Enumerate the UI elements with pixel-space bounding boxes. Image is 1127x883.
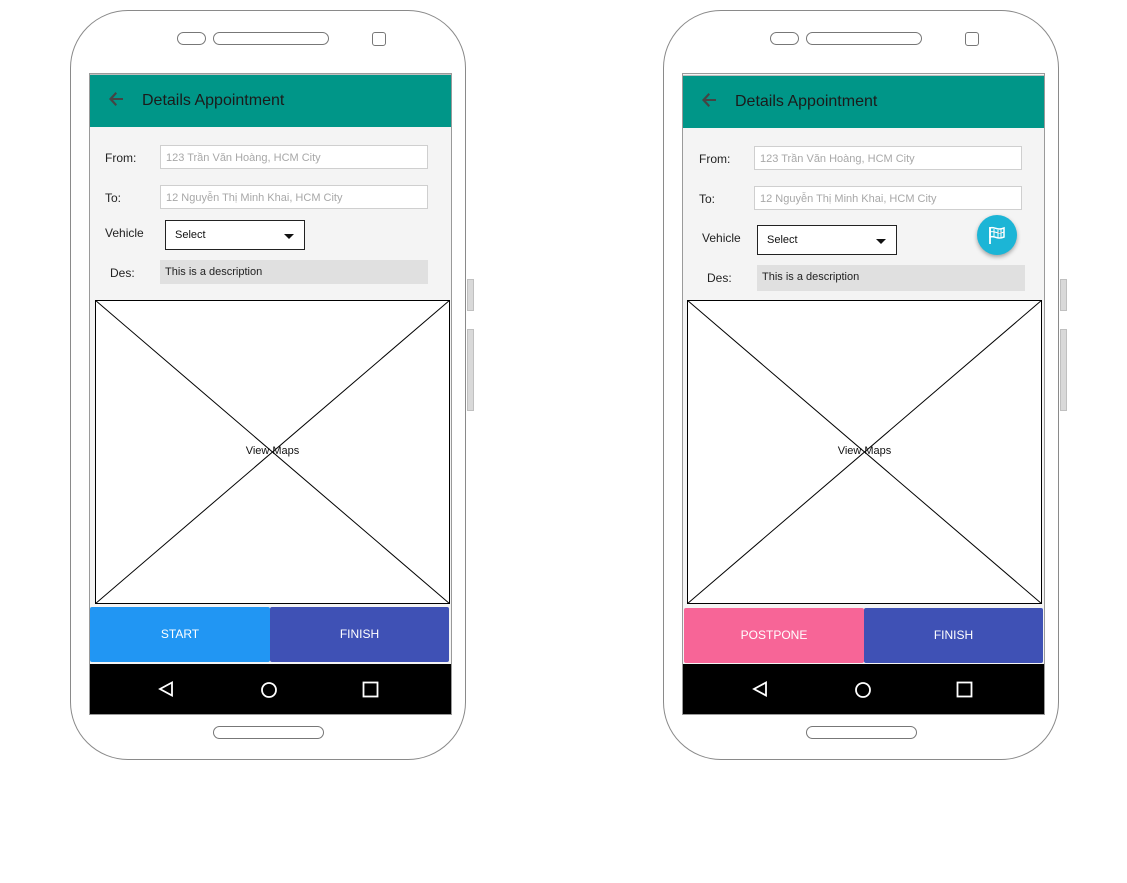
- sensor-pill: [177, 32, 206, 45]
- app-screen-2: Details Appointment From: 123 Trần Văn H…: [682, 73, 1045, 715]
- to-label: To:: [699, 192, 716, 206]
- page-title: Details Appointment: [735, 93, 878, 110]
- flag-fab-button[interactable]: [977, 215, 1017, 255]
- system-nav-bar: [683, 664, 1044, 714]
- description-field[interactable]: This is a description: [757, 265, 1025, 291]
- home-button: [213, 726, 324, 739]
- from-input[interactable]: 123 Trần Văn Hoàng, HCM City: [754, 146, 1022, 170]
- power-button: [467, 329, 474, 411]
- from-input[interactable]: 123 Trần Văn Hoàng, HCM City: [160, 145, 428, 169]
- back-triangle-icon[interactable]: [158, 681, 174, 697]
- des-label: Des:: [707, 271, 732, 285]
- app-bar: Details Appointment: [90, 74, 451, 127]
- speaker-grille: [806, 32, 922, 45]
- to-input[interactable]: 12 Nguyễn Thị Minh Khai, HCM City: [754, 186, 1022, 210]
- arrow-left-icon[interactable]: [699, 90, 719, 110]
- flag-icon: [989, 226, 1005, 244]
- sensor-pill: [770, 32, 799, 45]
- map-label: View Maps: [245, 445, 300, 457]
- speaker-grille: [213, 32, 329, 45]
- chevron-down-icon: [876, 239, 886, 244]
- start-button[interactable]: START: [90, 607, 270, 662]
- phone-frame-1: Details Appointment From: 123 Trần Văn H…: [70, 10, 474, 760]
- from-label: From:: [105, 151, 137, 165]
- vehicle-label: Vehicle: [105, 226, 144, 240]
- des-label: Des:: [110, 266, 135, 280]
- map-label: View Maps: [837, 445, 892, 457]
- front-camera: [965, 32, 979, 46]
- back-triangle-icon[interactable]: [752, 681, 768, 697]
- finish-button[interactable]: FINISH: [864, 608, 1043, 663]
- description-field[interactable]: This is a description: [160, 260, 428, 284]
- chevron-down-icon: [284, 234, 294, 239]
- home-button: [806, 726, 917, 739]
- to-input[interactable]: 12 Nguyễn Thị Minh Khai, HCM City: [160, 185, 428, 209]
- recents-square-icon[interactable]: [362, 681, 379, 698]
- home-circle-icon[interactable]: [260, 681, 278, 699]
- arrow-left-icon[interactable]: [106, 89, 126, 109]
- home-circle-icon[interactable]: [854, 681, 872, 699]
- map-placeholder[interactable]: View Maps: [687, 300, 1042, 604]
- finish-button[interactable]: FINISH: [270, 607, 449, 662]
- front-camera: [372, 32, 386, 46]
- volume-button: [467, 279, 474, 311]
- vehicle-label: Vehicle: [702, 231, 741, 245]
- app-bar: Details Appointment: [683, 75, 1044, 128]
- system-nav-bar: [90, 664, 451, 714]
- postpone-button[interactable]: POSTPONE: [684, 608, 864, 663]
- page-title: Details Appointment: [142, 92, 285, 109]
- map-placeholder[interactable]: View Maps: [95, 300, 450, 604]
- vehicle-select[interactable]: Select: [757, 225, 897, 255]
- power-button: [1060, 329, 1067, 411]
- recents-square-icon[interactable]: [956, 681, 973, 698]
- vehicle-select-value: Select: [175, 229, 206, 241]
- app-screen-1: Details Appointment From: 123 Trần Văn H…: [89, 73, 452, 715]
- vehicle-select[interactable]: Select: [165, 220, 305, 250]
- from-label: From:: [699, 152, 731, 166]
- volume-button: [1060, 279, 1067, 311]
- vehicle-select-value: Select: [767, 234, 798, 246]
- phone-frame-2: Details Appointment From: 123 Trần Văn H…: [663, 10, 1067, 760]
- to-label: To:: [105, 191, 122, 205]
